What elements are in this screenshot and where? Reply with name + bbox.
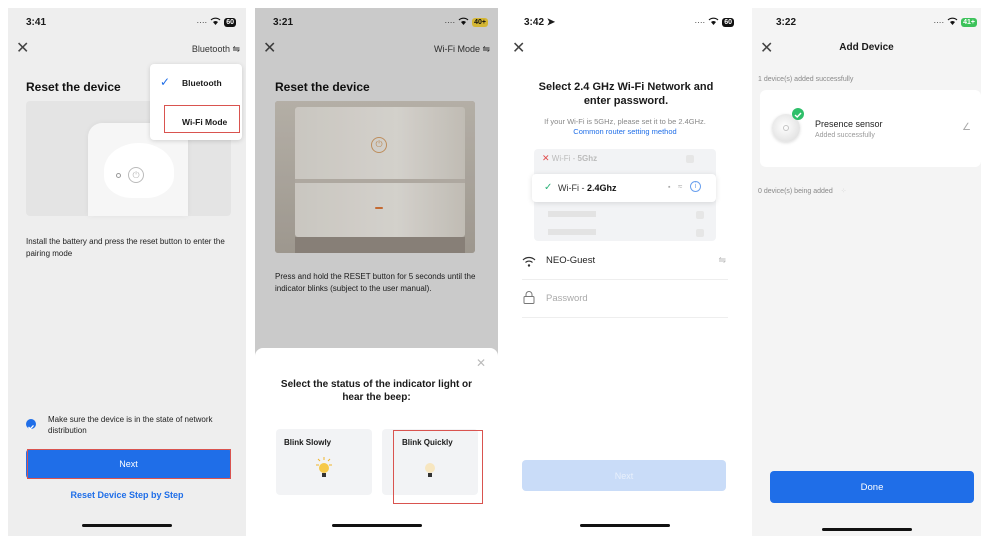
device-card[interactable]: Presence sensor Added successfully ∠ <box>760 90 981 167</box>
wifi-icon <box>522 254 536 272</box>
wifi-icon <box>947 17 958 27</box>
device-name: Presence sensor <box>815 119 883 129</box>
adding-count-text: 0 device(s) being added <box>758 188 833 195</box>
page-title: Add Device <box>839 42 894 53</box>
network-item-2-4ghz: ✓ Wi-Fi - 2.4Ghz ▪ ≈ i <box>532 174 716 202</box>
lock-icon <box>523 291 535 309</box>
wifi-icon <box>708 17 719 27</box>
screen-add-device: 3:22 ···· 41+ ✕ Add Device 1 device(s) a… <box>752 8 981 536</box>
reset-steps-link[interactable]: Reset Device Step by Step <box>8 490 246 500</box>
password-placeholder: Password <box>546 293 588 304</box>
status-icons: ···· 60 <box>197 17 236 27</box>
status-icons: ···· 41+ <box>933 17 977 27</box>
battery-icon: 41+ <box>961 17 977 27</box>
mode-toggle[interactable]: Bluetooth ⇋ <box>192 44 240 55</box>
signal-icon: ···· <box>694 17 706 27</box>
status-time: 3:41 <box>26 17 47 28</box>
added-count: 1 device(s) added successfully <box>758 76 854 83</box>
location-arrow-icon: ➤ <box>546 17 556 28</box>
done-button[interactable]: Done <box>770 471 974 503</box>
wifi-icon <box>210 17 221 27</box>
network-prefix: Wi-Fi - <box>551 154 578 163</box>
screen-reset-bluetooth: 3:41 ···· 60 ✕ Bluetooth ⇋ Reset the dev… <box>8 8 246 536</box>
status-time: 3:42 ➤ <box>524 17 555 28</box>
home-indicator <box>580 524 670 527</box>
screen-reset-wifi: 3:21 ···· 40+ ✕ Wi-Fi Mode ⇋ Reset the d… <box>255 8 498 536</box>
page-title: Select 2.4 GHz Wi-Fi Network and enter p… <box>538 81 714 107</box>
check-icon: ✓ <box>544 182 553 193</box>
lock-icon: ▪ <box>668 184 671 191</box>
battery-icon: 60 <box>722 17 734 27</box>
screen-wifi-network: 3:42 ➤ ···· 60 ✕ Select 2.4 GHz Wi-Fi Ne… <box>506 8 744 536</box>
network-prefix: Wi-Fi - <box>558 183 587 193</box>
home-indicator <box>821 528 912 531</box>
signal-icon: ···· <box>933 17 945 27</box>
adding-count: 0 device(s) being added ⁘ <box>758 187 847 195</box>
wifi-icon: ≈ <box>678 182 683 191</box>
confirm-label: Make sure the device is in the state of … <box>48 415 213 435</box>
sheet-title: Select the status of the indicator light… <box>280 379 473 403</box>
status-time-text: 3:42 <box>524 17 545 28</box>
home-indicator <box>331 524 422 527</box>
highlight-box <box>393 430 483 504</box>
highlight-box <box>27 449 231 479</box>
check-icon <box>28 424 34 430</box>
lightbulb-on-icon <box>316 457 332 486</box>
router-settings-link[interactable]: Common router setting method <box>516 127 734 136</box>
power-icon: ⏻ <box>128 167 144 183</box>
status-time: 3:22 <box>776 17 797 28</box>
info-icon: i <box>690 181 701 192</box>
highlight-box <box>164 105 240 133</box>
option-blink-slowly[interactable]: Blink Slowly <box>276 429 372 495</box>
battery-icon: 60 <box>224 17 236 27</box>
status-icons: ···· 60 <box>695 17 734 27</box>
ssid-field[interactable]: NEO-Guest ⇋ <box>522 250 728 280</box>
edit-icon[interactable]: ∠ <box>962 122 971 133</box>
indicator-status-sheet: ✕ Select the status of the indicator lig… <box>255 348 498 536</box>
option-label: Blink Slowly <box>284 438 332 447</box>
loading-icon: ⁘ <box>840 188 847 195</box>
close-icon[interactable]: ✕ <box>512 38 525 58</box>
band-hint: If your Wi-Fi is 5GHz, please set it to … <box>544 117 706 126</box>
home-indicator <box>82 524 172 527</box>
instruction-text: Install the battery and press the reset … <box>26 237 225 258</box>
ssid-value: NEO-Guest <box>546 255 596 266</box>
success-check-icon <box>792 108 804 120</box>
confirm-checkbox[interactable] <box>26 419 36 430</box>
network-band: 5Ghz <box>577 154 598 163</box>
close-icon[interactable]: ✕ <box>16 38 29 58</box>
menu-item-bluetooth[interactable]: ✓ Bluetooth <box>150 72 242 96</box>
network-item-5ghz: ✕ Wi-Fi - 5Ghz <box>542 153 702 169</box>
cross-icon: ✕ <box>542 153 550 163</box>
close-icon[interactable]: ✕ <box>476 356 486 370</box>
network-band: 2.4Ghz <box>587 183 617 193</box>
check-icon: ✓ <box>160 75 171 89</box>
page-title: Reset the device <box>26 80 121 94</box>
menu-item-label: Bluetooth <box>182 78 222 88</box>
switch-network-icon[interactable]: ⇋ <box>718 255 726 266</box>
password-field[interactable]: Password <box>522 288 728 318</box>
next-button-disabled[interactable]: Next <box>522 460 726 491</box>
device-status: Added successfully <box>815 132 875 139</box>
signal-icon: ···· <box>196 17 208 27</box>
